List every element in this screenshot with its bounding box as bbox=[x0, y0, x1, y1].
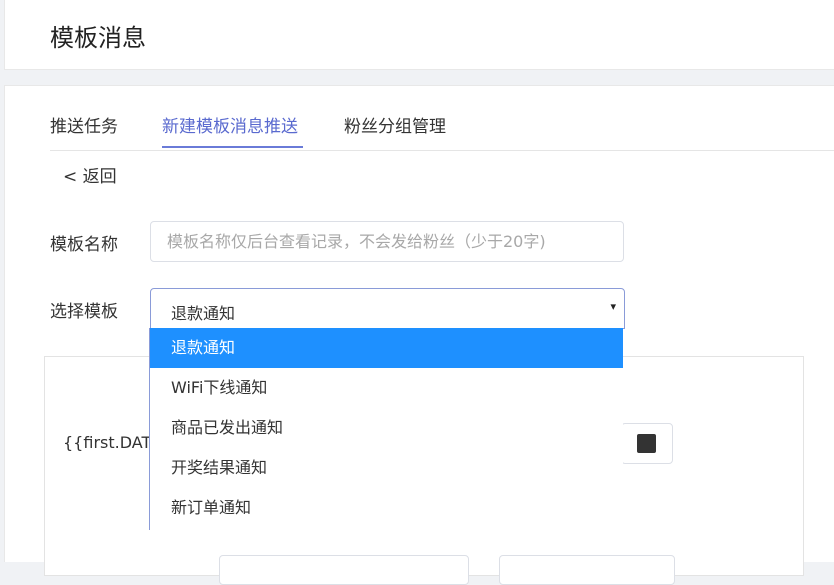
option-wifi-offline-notice[interactable]: WiFi下线通知 bbox=[150, 368, 623, 408]
template-select-value: 退款通知 bbox=[171, 304, 236, 323]
template-select[interactable]: 退款通知 ▾ bbox=[150, 288, 625, 329]
template-options-dropdown: 退款通知 WiFi下线通知 商品已发出通知 开奖结果通知 新订单通知 bbox=[149, 328, 623, 530]
tab-bar: 推送任务 新建模板消息推送 粉丝分组管理 bbox=[50, 86, 834, 151]
text-color-picker-button[interactable] bbox=[621, 423, 673, 464]
option-goods-shipped-notice[interactable]: 商品已发出通知 bbox=[150, 408, 623, 448]
keyword-color-input[interactable] bbox=[499, 555, 675, 585]
template-name-label: 模板名称 bbox=[50, 235, 118, 255]
title-card: 模板消息 bbox=[4, 0, 834, 70]
template-select-label: 选择模板 bbox=[50, 302, 118, 322]
caret-down-icon: ▾ bbox=[610, 300, 616, 313]
template-name-input[interactable] bbox=[150, 221, 624, 262]
back-link[interactable]: < 返回 bbox=[63, 162, 117, 187]
option-new-order-notice[interactable]: 新订单通知 bbox=[150, 488, 623, 528]
page-title: 模板消息 bbox=[50, 24, 146, 52]
option-refund-notice[interactable]: 退款通知 bbox=[150, 328, 623, 368]
keyword-input[interactable] bbox=[219, 555, 469, 585]
tab-push-tasks[interactable]: 推送任务 bbox=[50, 112, 118, 137]
active-tab-indicator bbox=[162, 146, 303, 148]
tab-new-template-push[interactable]: 新建模板消息推送 bbox=[162, 112, 298, 137]
option-lottery-result-notice[interactable]: 开奖结果通知 bbox=[150, 448, 623, 488]
tab-fan-group-management[interactable]: 粉丝分组管理 bbox=[344, 112, 446, 137]
color-swatch-icon bbox=[637, 434, 656, 453]
